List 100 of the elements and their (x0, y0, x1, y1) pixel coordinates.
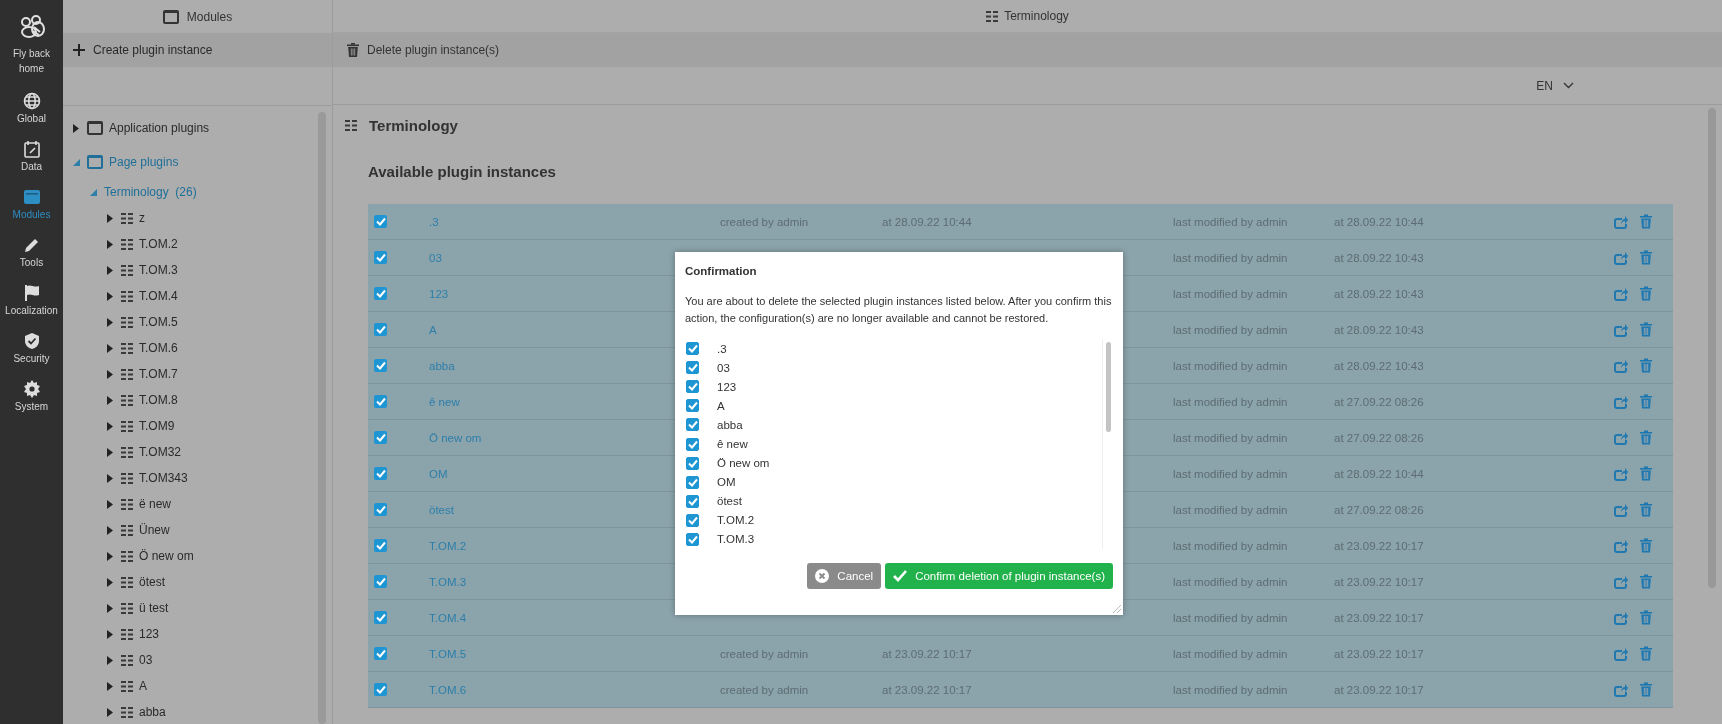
collapsed-arrow-icon[interactable] (107, 447, 113, 457)
tree-item[interactable]: Ö new om (139, 549, 194, 563)
collapsed-arrow-icon[interactable] (73, 123, 79, 133)
collapsed-arrow-icon[interactable] (107, 577, 113, 587)
nav-item[interactable]: Fly back home (2, 0, 61, 84)
checkbox[interactable] (686, 361, 699, 375)
nav-item[interactable]: System (0, 372, 63, 420)
create-button[interactable]: Create plugin instance (93, 43, 213, 57)
share-icon[interactable] (1613, 394, 1628, 409)
expanded-arrow-icon[interactable] (73, 158, 80, 166)
share-icon[interactable] (1613, 322, 1628, 337)
tree-item[interactable]: 123 (139, 627, 160, 641)
tree-item[interactable]: abba (139, 705, 166, 719)
nav-item[interactable]: Localization (0, 276, 63, 324)
checkbox[interactable] (374, 359, 387, 372)
share-icon[interactable] (1613, 250, 1628, 265)
checkbox[interactable] (686, 342, 699, 356)
tree-item[interactable]: T.OM343 (139, 471, 188, 485)
tree-item[interactable]: T.OM.2 (139, 237, 178, 251)
checkbox[interactable] (686, 494, 699, 508)
tree-item[interactable]: T.OM.4 (139, 289, 178, 303)
expanded-arrow-icon[interactable] (90, 188, 97, 196)
cancel-button[interactable]: Cancel (807, 563, 882, 589)
checkbox[interactable] (686, 533, 699, 546)
tree-item[interactable]: z (139, 211, 145, 225)
collapsed-arrow-icon[interactable] (107, 629, 113, 639)
resize-grip-icon[interactable] (1112, 604, 1121, 613)
tree-item[interactable]: T.OM.8 (139, 393, 178, 407)
checkbox[interactable] (374, 287, 387, 300)
tree-item[interactable]: T.OM.5 (139, 315, 178, 329)
share-icon[interactable] (1613, 466, 1628, 481)
tree-item[interactable]: ü test (139, 601, 169, 615)
collapsed-arrow-icon[interactable] (107, 395, 113, 405)
nav-item[interactable]: Data (0, 132, 63, 180)
checkbox[interactable] (374, 611, 387, 624)
collapsed-arrow-icon[interactable] (107, 499, 113, 509)
share-icon[interactable] (1613, 538, 1628, 553)
delete-button[interactable]: Delete plugin instance(s) (367, 43, 500, 57)
collapsed-arrow-icon[interactable] (107, 551, 113, 561)
checkbox[interactable] (374, 323, 387, 336)
tree-item[interactable]: Application plugins (109, 121, 210, 135)
share-icon[interactable] (1613, 430, 1628, 445)
scrollbar[interactable] (1105, 342, 1111, 432)
share-icon[interactable] (1613, 286, 1628, 301)
tree-item[interactable]: ë new (139, 497, 172, 511)
tree-item[interactable]: T.OM9 (139, 419, 175, 433)
share-icon[interactable] (1613, 646, 1628, 661)
checkbox[interactable] (686, 513, 699, 527)
nav-item[interactable]: Security (0, 324, 63, 372)
chevron-down-icon[interactable] (1563, 82, 1574, 89)
share-icon[interactable] (1613, 502, 1628, 517)
checkbox[interactable] (374, 683, 387, 696)
collapsed-arrow-icon[interactable] (107, 239, 113, 249)
collapsed-arrow-icon[interactable] (107, 421, 113, 431)
tree-item[interactable]: Ünew (139, 523, 170, 537)
checkbox[interactable] (374, 395, 387, 408)
collapsed-arrow-icon[interactable] (107, 681, 113, 691)
checkbox[interactable] (374, 539, 387, 552)
collapsed-arrow-icon[interactable] (107, 707, 113, 717)
trash-icon (1640, 430, 1652, 445)
checkbox[interactable] (686, 475, 699, 489)
collapsed-arrow-icon[interactable] (107, 369, 113, 379)
checkbox[interactable] (686, 380, 699, 394)
checkbox[interactable] (686, 437, 699, 451)
tree-item[interactable]: 03 (139, 653, 153, 667)
tree-item[interactable]: ötest (139, 575, 165, 589)
share-icon[interactable] (1613, 574, 1628, 589)
checkbox[interactable] (374, 251, 387, 264)
checkbox[interactable] (374, 575, 387, 588)
language-select[interactable]: EN (1536, 78, 1553, 93)
collapsed-arrow-icon[interactable] (107, 603, 113, 613)
share-icon[interactable] (1613, 610, 1628, 625)
share-icon[interactable] (1613, 358, 1628, 373)
tree-item[interactable]: T.OM.3 (139, 263, 178, 277)
collapsed-arrow-icon[interactable] (107, 525, 113, 535)
checkbox[interactable] (686, 399, 699, 413)
list-icon (121, 446, 133, 458)
share-icon[interactable] (1613, 214, 1628, 229)
collapsed-arrow-icon[interactable] (107, 343, 113, 353)
collapsed-arrow-icon[interactable] (107, 655, 113, 665)
collapsed-arrow-icon[interactable] (107, 317, 113, 327)
tree-item[interactable]: T.OM.6 (139, 341, 178, 355)
collapsed-arrow-icon[interactable] (107, 291, 113, 301)
collapsed-arrow-icon[interactable] (107, 265, 113, 275)
checkbox[interactable] (374, 431, 387, 444)
collapsed-arrow-icon[interactable] (107, 473, 113, 483)
collapsed-arrow-icon[interactable] (107, 213, 113, 223)
checkbox[interactable] (686, 456, 699, 470)
nav-item[interactable]: Global (0, 84, 63, 132)
share-icon[interactable] (1613, 682, 1628, 697)
checkbox[interactable] (374, 647, 387, 660)
tree-item[interactable]: T.OM.7 (139, 367, 178, 381)
nav-item[interactable]: Tools (0, 228, 63, 276)
checkbox[interactable] (374, 503, 387, 516)
nav-item[interactable]: Modules (0, 180, 63, 228)
checkbox[interactable] (374, 467, 387, 480)
checkbox[interactable] (686, 418, 699, 432)
checkbox[interactable] (374, 215, 387, 228)
tree-item[interactable]: T.OM32 (139, 445, 181, 459)
tree-item[interactable]: A (139, 679, 147, 693)
